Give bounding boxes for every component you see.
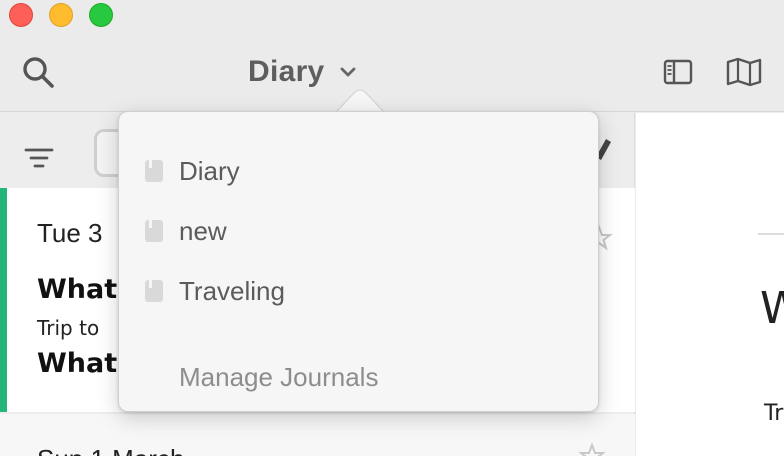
entry-preview: Trip to bbox=[37, 316, 100, 340]
journal-label: Traveling bbox=[179, 275, 285, 306]
filter-button[interactable] bbox=[22, 143, 56, 173]
detail-heading: W bbox=[760, 283, 784, 334]
journal-book-icon bbox=[145, 160, 163, 182]
journal-book-icon bbox=[145, 220, 163, 242]
title-bar: Diary bbox=[0, 0, 784, 112]
entry-subtitle: What bbox=[37, 348, 118, 379]
zoom-window-button[interactable] bbox=[89, 3, 113, 27]
entry-title: What bbox=[37, 274, 118, 305]
entry-date: Tue 3 bbox=[37, 218, 103, 248]
minimize-window-button[interactable] bbox=[49, 3, 73, 27]
journal-label: Diary bbox=[179, 155, 240, 186]
journal-item-diary[interactable]: Diary bbox=[119, 146, 598, 196]
divider bbox=[758, 233, 784, 235]
list-item[interactable]: Sun 1 March bbox=[0, 414, 635, 456]
entry-date: Sun 1 March bbox=[37, 444, 184, 456]
toggle-sidebar-button[interactable] bbox=[660, 54, 696, 90]
journal-label: new bbox=[179, 215, 227, 246]
entry-detail-pane: W Tr bbox=[636, 113, 784, 456]
chevron-down-icon bbox=[340, 67, 355, 77]
close-window-button[interactable] bbox=[9, 3, 33, 27]
map-view-button[interactable] bbox=[724, 54, 764, 90]
journal-item-traveling[interactable]: Traveling bbox=[119, 266, 598, 316]
detail-text: Tr bbox=[764, 401, 784, 426]
journal-item-new[interactable]: new bbox=[119, 206, 598, 256]
journals-popover: Diary new Traveling Manage Journals bbox=[118, 111, 599, 412]
search-button[interactable] bbox=[18, 52, 58, 92]
journal-book-icon bbox=[145, 280, 163, 302]
star-icon[interactable] bbox=[578, 442, 606, 456]
journal-title: Diary bbox=[248, 55, 325, 88]
sidebar-toggle-icon bbox=[663, 59, 693, 85]
popover-arrow bbox=[336, 89, 384, 113]
search-icon bbox=[23, 57, 54, 88]
filter-icon bbox=[24, 148, 54, 168]
manage-journals-button[interactable]: Manage Journals bbox=[179, 362, 378, 393]
map-icon bbox=[726, 57, 762, 87]
